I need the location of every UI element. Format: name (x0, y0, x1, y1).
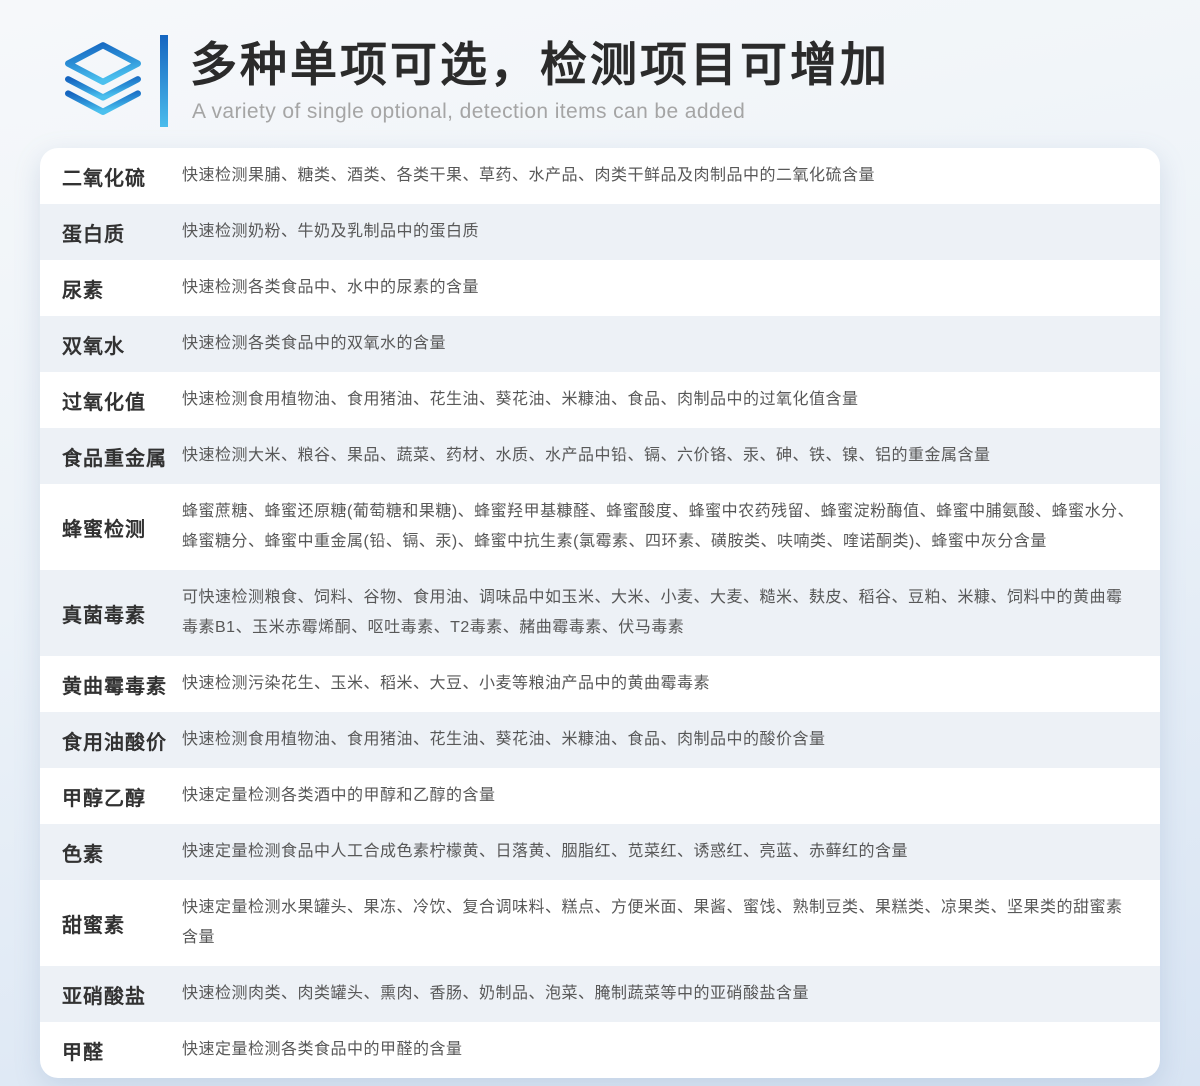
layers-stack-icon (60, 39, 146, 123)
table-row: 甲醇乙醇 快速定量检测各类酒中的甲醇和乙醇的含量 (40, 768, 1160, 824)
row-label: 二氧化硫 (62, 162, 182, 191)
row-description: 快速检测食用植物油、食用猪油、花生油、葵花油、米糠油、食品、肉制品中的过氧化值含… (182, 372, 1136, 428)
table-row: 真菌毒素 可快速检测粮食、饲料、谷物、食用油、调味品中如玉米、大米、小麦、大麦、… (40, 570, 1160, 656)
row-label: 蜂蜜检测 (62, 513, 182, 542)
row-description: 可快速检测粮食、饲料、谷物、食用油、调味品中如玉米、大米、小麦、大麦、糙米、麸皮… (182, 570, 1136, 656)
row-label: 双氧水 (62, 330, 182, 359)
row-label: 蛋白质 (62, 218, 182, 247)
row-description: 快速定量检测各类酒中的甲醇和乙醇的含量 (182, 768, 1136, 824)
row-description: 快速定量检测食品中人工合成色素柠檬黄、日落黄、胭脂红、苋菜红、诱惑红、亮蓝、赤藓… (182, 824, 1136, 880)
header-titles: 多种单项可选，检测项目可增加 A variety of single optio… (190, 38, 890, 123)
row-label: 亚硝酸盐 (62, 980, 182, 1009)
row-label: 尿素 (62, 274, 182, 303)
row-description: 快速检测污染花生、玉米、稻米、大豆、小麦等粮油产品中的黄曲霉毒素 (182, 656, 1136, 712)
row-label: 甲醛 (62, 1036, 182, 1065)
row-description: 快速检测肉类、肉类罐头、熏肉、香肠、奶制品、泡菜、腌制蔬菜等中的亚硝酸盐含量 (182, 966, 1136, 1022)
row-description: 快速定量检测各类食品中的甲醛的含量 (182, 1022, 1136, 1078)
row-description: 快速检测果脯、糖类、酒类、各类干果、草药、水产品、肉类干鲜品及肉制品中的二氧化硫… (182, 148, 1136, 204)
table-row: 尿素 快速检测各类食品中、水中的尿素的含量 (40, 260, 1160, 316)
row-label: 甲醇乙醇 (62, 782, 182, 811)
row-description: 快速检测各类食品中、水中的尿素的含量 (182, 260, 1136, 316)
row-label: 色素 (62, 838, 182, 867)
table-row: 甲醛 快速定量检测各类食品中的甲醛的含量 (40, 1022, 1160, 1078)
table-row: 黄曲霉毒素 快速检测污染花生、玉米、稻米、大豆、小麦等粮油产品中的黄曲霉毒素 (40, 656, 1160, 712)
page-subtitle: A variety of single optional, detection … (192, 100, 890, 124)
page-title: 多种单项可选，检测项目可增加 (190, 38, 890, 94)
row-label: 食用油酸价 (62, 726, 182, 755)
row-label: 食品重金属 (62, 442, 182, 471)
page: 多种单项可选，检测项目可增加 A variety of single optio… (0, 0, 1200, 1086)
row-label: 过氧化值 (62, 386, 182, 415)
header-divider-bar (160, 35, 168, 127)
row-label: 黄曲霉毒素 (62, 670, 182, 699)
header: 多种单项可选，检测项目可增加 A variety of single optio… (0, 0, 1200, 148)
table-row: 蜂蜜检测 蜂蜜蔗糖、蜂蜜还原糖(葡萄糖和果糖)、蜂蜜羟甲基糠醛、蜂蜜酸度、蜂蜜中… (40, 484, 1160, 570)
table-row: 甜蜜素 快速定量检测水果罐头、果冻、冷饮、复合调味料、糕点、方便米面、果酱、蜜饯… (40, 880, 1160, 966)
table-row: 色素 快速定量检测食品中人工合成色素柠檬黄、日落黄、胭脂红、苋菜红、诱惑红、亮蓝… (40, 824, 1160, 880)
row-description: 快速检测各类食品中的双氧水的含量 (182, 316, 1136, 372)
row-label: 真菌毒素 (62, 599, 182, 628)
table-row: 食品重金属 快速检测大米、粮谷、果品、蔬菜、药材、水质、水产品中铅、镉、六价铬、… (40, 428, 1160, 484)
row-label: 甜蜜素 (62, 909, 182, 938)
table-row: 亚硝酸盐 快速检测肉类、肉类罐头、熏肉、香肠、奶制品、泡菜、腌制蔬菜等中的亚硝酸… (40, 966, 1160, 1022)
row-description: 快速定量检测水果罐头、果冻、冷饮、复合调味料、糕点、方便米面、果酱、蜜饯、熟制豆… (182, 880, 1136, 966)
row-description: 快速检测奶粉、牛奶及乳制品中的蛋白质 (182, 204, 1136, 260)
test-items-card: 二氧化硫 快速检测果脯、糖类、酒类、各类干果、草药、水产品、肉类干鲜品及肉制品中… (40, 148, 1160, 1078)
test-items-table: 二氧化硫 快速检测果脯、糖类、酒类、各类干果、草药、水产品、肉类干鲜品及肉制品中… (40, 148, 1160, 1078)
table-row: 食用油酸价 快速检测食用植物油、食用猪油、花生油、葵花油、米糠油、食品、肉制品中… (40, 712, 1160, 768)
table-row: 二氧化硫 快速检测果脯、糖类、酒类、各类干果、草药、水产品、肉类干鲜品及肉制品中… (40, 148, 1160, 204)
table-row: 双氧水 快速检测各类食品中的双氧水的含量 (40, 316, 1160, 372)
row-description: 蜂蜜蔗糖、蜂蜜还原糖(葡萄糖和果糖)、蜂蜜羟甲基糠醛、蜂蜜酸度、蜂蜜中农药残留、… (182, 484, 1136, 570)
table-row: 蛋白质 快速检测奶粉、牛奶及乳制品中的蛋白质 (40, 204, 1160, 260)
row-description: 快速检测大米、粮谷、果品、蔬菜、药材、水质、水产品中铅、镉、六价铬、汞、砷、铁、… (182, 428, 1136, 484)
table-row: 过氧化值 快速检测食用植物油、食用猪油、花生油、葵花油、米糠油、食品、肉制品中的… (40, 372, 1160, 428)
row-description: 快速检测食用植物油、食用猪油、花生油、葵花油、米糠油、食品、肉制品中的酸价含量 (182, 712, 1136, 768)
